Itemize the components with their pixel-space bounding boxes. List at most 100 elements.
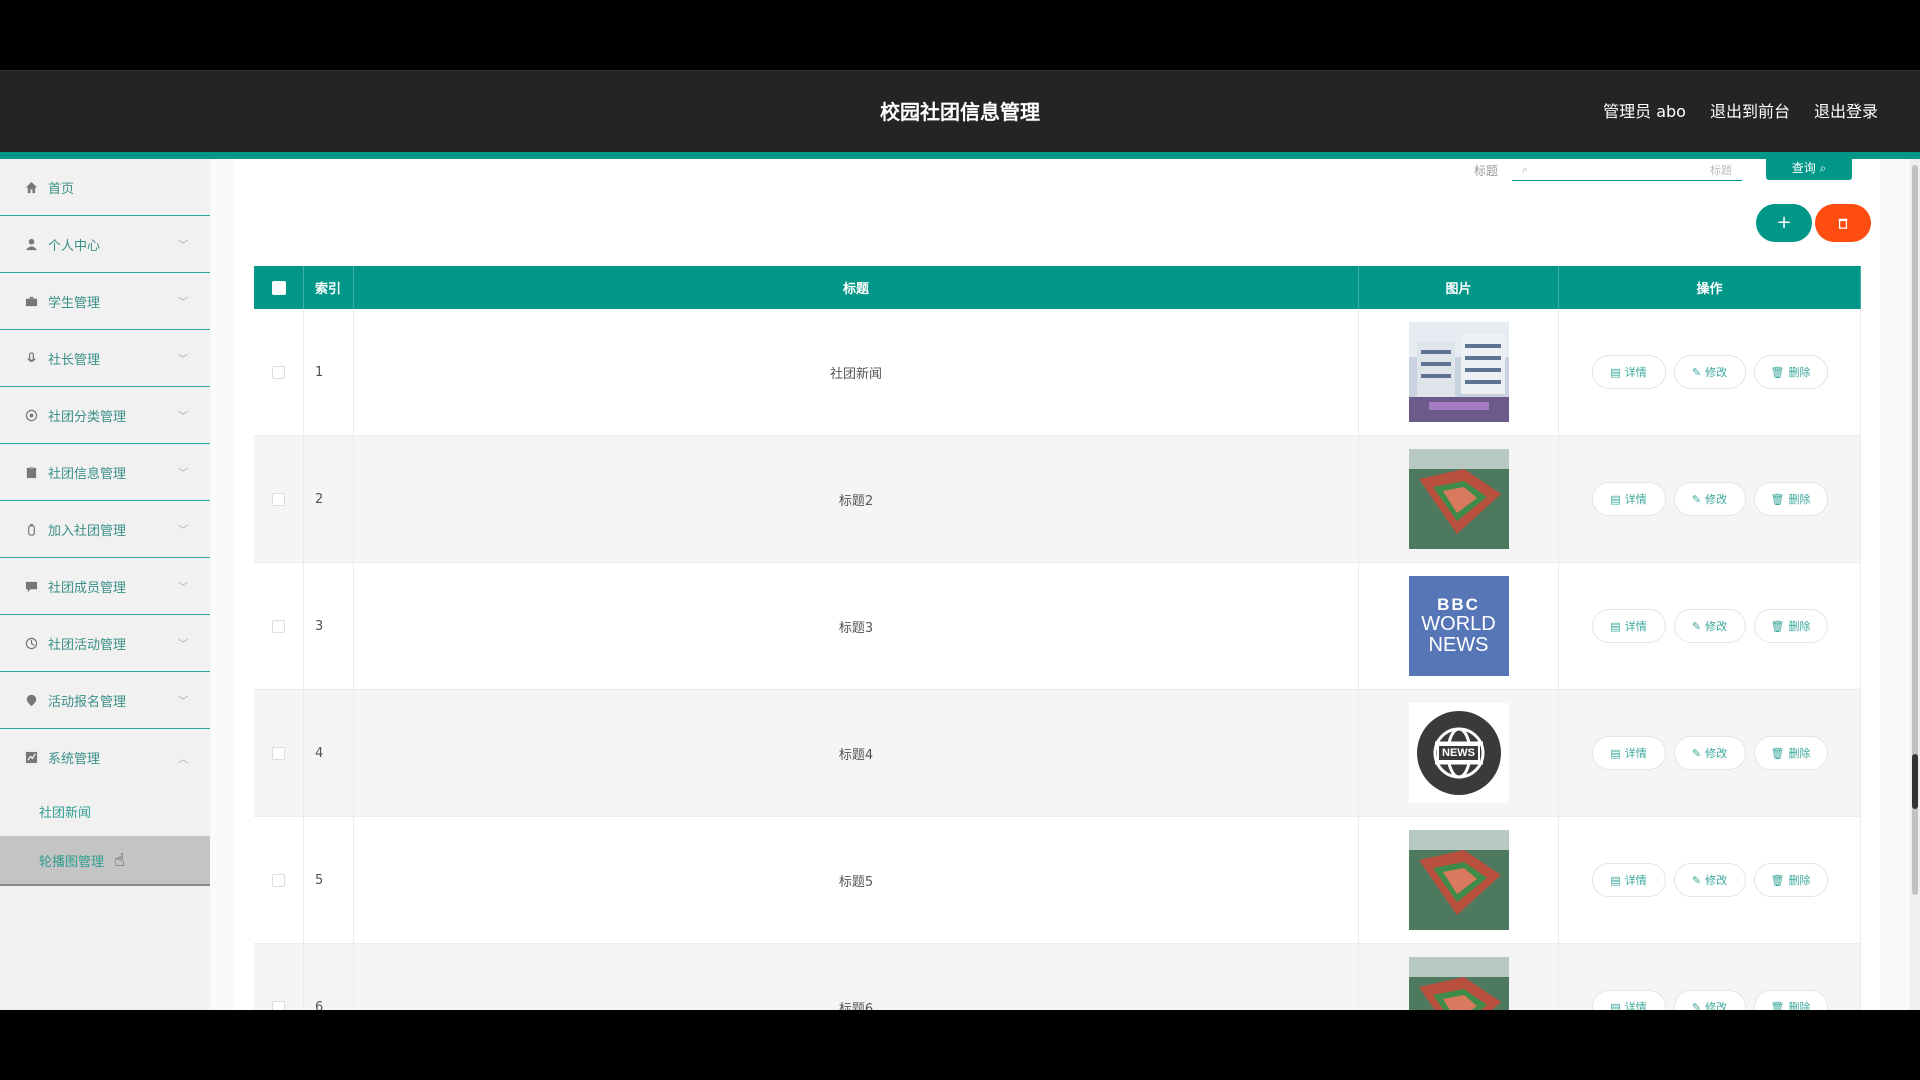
- row-actions: ▤ 详情 ✎ 修改 🗑 删除: [1559, 563, 1861, 689]
- sidebar-item-activity-signup[interactable]: 活动报名管理 ﹀: [0, 672, 210, 729]
- edit-button[interactable]: ✎ 修改: [1673, 482, 1746, 516]
- table-panel: 标题 ⌕ 标题 查询 ⌕ + 索引 标题 图片 操作 1 社团新闻 ▤ 详情 ✎…: [234, 159, 1880, 1010]
- query-button-label: 查询: [1791, 161, 1816, 175]
- bbc-logo-text: BBC: [1437, 595, 1480, 615]
- logout-link[interactable]: 退出登录: [1814, 71, 1878, 153]
- sidebar-item-system[interactable]: 系统管理 ︿: [0, 729, 210, 786]
- row-index: 1: [304, 309, 354, 435]
- row-title: 标题5: [354, 817, 1359, 943]
- select-all-checkbox[interactable]: [271, 280, 286, 295]
- edit-label: 修改: [1705, 366, 1728, 379]
- row-checkbox[interactable]: [272, 746, 285, 760]
- sidebar-item-club-categories[interactable]: 社团分类管理 ﹀: [0, 387, 210, 444]
- row-title: 标题6: [354, 944, 1359, 1010]
- sidebar-subitem-carousel[interactable]: 轮播图管理 ☝: [0, 836, 210, 886]
- detail-button[interactable]: ▤ 详情: [1591, 355, 1666, 389]
- row-checkbox[interactable]: [272, 492, 285, 506]
- query-button[interactable]: 查询 ⌕: [1766, 159, 1852, 180]
- sidebar-item-club-info[interactable]: 社团信息管理 ﹀: [0, 444, 210, 501]
- trash-icon: 🗑: [1770, 365, 1785, 379]
- row-actions: ▤ 详情 ✎ 修改 🗑 删除: [1559, 309, 1861, 435]
- sidebar-subitem-club-news[interactable]: 社团新闻: [0, 786, 210, 836]
- detail-button[interactable]: ▤ 详情: [1591, 863, 1666, 897]
- doc-icon: ▤: [1610, 619, 1621, 633]
- plus-icon: +: [1776, 212, 1792, 233]
- sidebar-item-join-club[interactable]: 加入社团管理 ﹀: [0, 501, 210, 558]
- doc-icon: ▤: [1610, 873, 1621, 887]
- edit-button[interactable]: ✎ 修改: [1673, 355, 1746, 389]
- table-row: 1 社团新闻 ▤ 详情 ✎ 修改 🗑 删除: [254, 309, 1861, 436]
- sidebar-item-home[interactable]: 首页: [0, 159, 210, 216]
- edit-button[interactable]: ✎ 修改: [1673, 736, 1746, 770]
- exit-to-front-link[interactable]: 退出到前台: [1710, 71, 1790, 153]
- edit-button[interactable]: ✎ 修改: [1673, 990, 1746, 1010]
- row-image-cell: [1359, 944, 1559, 1010]
- bbc-world-news-image: BBC WORLD NEWS: [1408, 576, 1509, 676]
- batch-delete-button[interactable]: [1815, 204, 1871, 242]
- delete-button[interactable]: 🗑 删除: [1753, 482, 1828, 516]
- row-image-cell: NEWS: [1359, 690, 1559, 816]
- detail-label: 详情: [1624, 620, 1647, 633]
- delete-label: 删除: [1788, 620, 1811, 633]
- row-checkbox[interactable]: [272, 619, 285, 633]
- admin-label[interactable]: 管理员 abo: [1603, 71, 1686, 153]
- row-checkbox[interactable]: [272, 365, 285, 379]
- edit-button[interactable]: ✎ 修改: [1673, 609, 1746, 643]
- delete-button[interactable]: 🗑 删除: [1753, 990, 1828, 1010]
- delete-button[interactable]: 🗑 删除: [1753, 609, 1828, 643]
- detail-button[interactable]: ▤ 详情: [1591, 990, 1666, 1010]
- chevron-down-icon: ﹀: [178, 639, 188, 651]
- search-icon: ⌕: [1522, 162, 1529, 176]
- row-checkbox-cell: [254, 563, 304, 689]
- row-image-cell: [1359, 309, 1559, 435]
- chevron-down-icon: ﹀: [178, 468, 188, 480]
- detail-button[interactable]: ▤ 详情: [1591, 609, 1666, 643]
- row-actions: ▤ 详情 ✎ 修改 🗑 删除: [1559, 817, 1861, 943]
- search-icon: ⌕: [1819, 161, 1827, 175]
- delete-button[interactable]: 🗑 删除: [1753, 736, 1828, 770]
- chevron-down-icon: ﹀: [178, 582, 188, 594]
- search-input[interactable]: ⌕ 标题: [1512, 159, 1743, 181]
- sidebar-item-club-members[interactable]: 社团成员管理 ﹀: [0, 558, 210, 615]
- sidebar-item-label: 社团活动管理: [48, 637, 127, 653]
- chevron-down-icon: ﹀: [178, 297, 188, 309]
- sidebar-item-label: 社团分类管理: [48, 409, 127, 425]
- sidebar-subitem-label: 社团新闻: [39, 805, 92, 821]
- sidebar-item-label: 系统管理: [48, 752, 101, 767]
- accent-line: [0, 152, 1920, 159]
- row-checkbox-cell: [254, 817, 304, 943]
- sidebar-item-presidents[interactable]: 社长管理 ﹀: [0, 330, 210, 387]
- sidebar-item-club-activities[interactable]: 社团活动管理 ﹀: [0, 615, 210, 672]
- edit-label: 修改: [1705, 620, 1728, 633]
- add-button[interactable]: +: [1756, 204, 1812, 242]
- detail-button[interactable]: ▤ 详情: [1591, 736, 1666, 770]
- pencil-icon: ✎: [1691, 492, 1702, 506]
- row-title: 标题3: [354, 563, 1359, 689]
- sidebar: 首页 个人中心 ﹀ 学生管理 ﹀ 社长管理 ﹀ 社团分类管理 ﹀ 社团信息管理 …: [0, 159, 210, 1010]
- sidebar-item-profile[interactable]: 个人中心 ﹀: [0, 216, 210, 273]
- delete-label: 删除: [1788, 1001, 1811, 1010]
- delete-label: 删除: [1788, 747, 1811, 760]
- sidebar-item-students[interactable]: 学生管理 ﹀: [0, 273, 210, 330]
- header-title: 标题: [354, 266, 1359, 309]
- row-actions: ▤ 详情 ✎ 修改 🗑 删除: [1559, 944, 1861, 1010]
- page-scrollbar[interactable]: [1910, 159, 1920, 1010]
- row-index: 4: [304, 690, 354, 816]
- row-checkbox-cell: [254, 690, 304, 816]
- edit-button[interactable]: ✎ 修改: [1673, 863, 1746, 897]
- data-table: 索引 标题 图片 操作 1 社团新闻 ▤ 详情 ✎ 修改 🗑 删除 2 标题2 …: [254, 266, 1861, 1010]
- row-checkbox[interactable]: [272, 1000, 285, 1010]
- edit-label: 修改: [1705, 747, 1728, 760]
- table-header: 索引 标题 图片 操作: [254, 266, 1861, 309]
- table-row: 6 标题6 ▤ 详情 ✎ 修改 🗑 删除: [254, 944, 1861, 1010]
- row-index: 6: [304, 944, 354, 1010]
- row-checkbox[interactable]: [272, 873, 285, 887]
- delete-button[interactable]: 🗑 删除: [1753, 355, 1828, 389]
- delete-button[interactable]: 🗑 删除: [1753, 863, 1828, 897]
- doc-icon: ▤: [1610, 746, 1621, 760]
- clock-icon: [24, 636, 38, 650]
- detail-label: 详情: [1624, 493, 1647, 506]
- detail-button[interactable]: ▤ 详情: [1591, 482, 1666, 516]
- search-bar: 标题 ⌕ 标题: [1474, 159, 1743, 181]
- row-checkbox-cell: [254, 944, 304, 1010]
